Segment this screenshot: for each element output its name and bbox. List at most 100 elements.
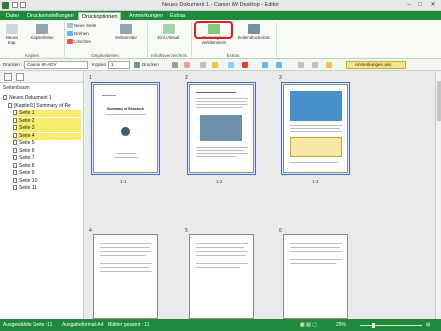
page-node-icon — [13, 140, 17, 146]
tab-anmerkungen[interactable]: Anmerkungen — [126, 12, 166, 20]
tree-node-label: Seite 9 — [19, 170, 35, 176]
tree-node-label: Seite 5 — [19, 140, 35, 146]
tree-node[interactable]: Seite 7 — [13, 155, 81, 162]
total-sheets-status: Blätter gesamt : 11 — [108, 322, 150, 328]
undo-icon[interactable] — [262, 62, 268, 68]
group-inhaltsverzeichnis: Inhaltsverzeichnis — [151, 53, 187, 58]
tree-node[interactable]: Seite 5 — [13, 140, 81, 147]
toc-icon — [163, 24, 175, 34]
tool-icon[interactable] — [212, 62, 218, 68]
print-button[interactable]: Drucken — [142, 61, 159, 69]
view-mode-icons[interactable]: ▦ ▤ ▢ — [300, 319, 317, 331]
tree-node[interactable]: Seite 11 — [13, 185, 81, 192]
delete-button[interactable]: Löschen — [67, 39, 91, 45]
rotate-icon — [67, 31, 73, 37]
tree-node-label: Seite 1 — [19, 110, 35, 116]
page-thumbnail[interactable] — [281, 82, 350, 175]
ribbon: Neues Kap. Kapitelreiter Kapitel Neue Se… — [0, 20, 441, 59]
output-format-status: Ausgabeformat:A4 — [62, 322, 104, 328]
tool-icon[interactable] — [298, 62, 304, 68]
window-title: Neues Dokument 1 - Canon iW Desktop - Ed… — [161, 2, 280, 8]
tree-node-label: Seite 8 — [19, 162, 35, 169]
tree-node[interactable]: Seite 3 — [13, 125, 81, 132]
page-print-settings-button[interactable]: Seitendruckeinst. — [236, 24, 272, 40]
tree-node[interactable]: [Kapitel1] Summary of Re — [8, 103, 81, 110]
page-thumbnail[interactable]: Summary of Research — [91, 82, 160, 175]
fit-page-icon[interactable]: ⊞ — [426, 319, 430, 331]
page-label: 1-1 — [120, 179, 127, 184]
new-chapter-button[interactable]: Neues Kap. — [2, 24, 22, 45]
tree-node-label: Seite 3 — [19, 125, 35, 131]
tree-node-label: Neues Dokument 1 — [9, 95, 52, 101]
page-node-icon — [8, 102, 12, 108]
chapter-tab-button[interactable]: Kapitelreiter — [24, 24, 60, 40]
title-bar: Neues Dokument 1 - Canon iW Desktop - Ed… — [0, 0, 441, 11]
tool-icon[interactable] — [326, 62, 332, 68]
vertical-scrollbar[interactable] — [435, 71, 441, 319]
tab-druckoptionen[interactable]: Druckoptionen — [78, 12, 122, 20]
tree-node[interactable]: Seite 4 — [13, 132, 81, 140]
page-number: 1 — [89, 75, 92, 81]
page-node-icon — [13, 155, 17, 161]
delete-icon[interactable] — [242, 62, 248, 68]
status-bar: Ausgewählte Seite :11 Ausgabeformat:A4 B… — [0, 319, 441, 331]
printer-select[interactable]: Canon iR-ADV — [24, 61, 88, 69]
rotate-button[interactable]: Drehen — [67, 31, 89, 37]
redo-icon[interactable] — [276, 62, 282, 68]
page-node-icon — [13, 125, 17, 131]
separator — [191, 22, 192, 57]
tree-node[interactable]: Neues Dokument 1 — [3, 95, 81, 102]
print-icon[interactable] — [134, 62, 140, 68]
separator — [147, 22, 148, 57]
tree-node[interactable]: Seite 8 — [13, 163, 81, 170]
page-thumbnail[interactable] — [283, 234, 348, 319]
tool-icon[interactable] — [228, 62, 234, 68]
insert-update-toc-button[interactable]: Einf./Aktual. — [150, 24, 188, 40]
tool-icon[interactable] — [200, 62, 206, 68]
tool-icon[interactable] — [312, 62, 318, 68]
tree-tab-icon[interactable] — [16, 73, 24, 81]
tree-node[interactable]: Seite 2 — [13, 117, 81, 125]
tree-node[interactable]: Seite 9 — [13, 170, 81, 177]
close-button[interactable]: ✕ — [428, 1, 438, 10]
tree-node[interactable]: Seite 6 — [13, 148, 81, 155]
tree-node-label: Seite 6 — [19, 147, 35, 154]
page-thumbnail[interactable] — [93, 234, 158, 319]
tree-node-label: Seite 2 — [19, 117, 35, 124]
separator — [276, 22, 277, 57]
page-number: 5 — [185, 228, 188, 234]
tree-node[interactable]: Seite 1 — [13, 110, 81, 117]
scrollbar-thumb[interactable] — [437, 81, 441, 121]
page-thumbnail[interactable] — [189, 234, 254, 319]
page-tab-icon — [120, 24, 132, 34]
tree-node[interactable]: Seite 10 — [13, 178, 81, 185]
copies-input[interactable]: 1 — [108, 61, 130, 69]
page-number: 6 — [279, 228, 282, 234]
tree-node-label: Seite 7 — [19, 155, 35, 161]
page-tab-button[interactable]: Seitenreiter — [106, 24, 146, 40]
new-page-button[interactable]: Neue Seite — [67, 23, 96, 29]
tab-druckeinstellungen[interactable]: Druckeinstellungen — [24, 12, 77, 20]
zoom-slider[interactable] — [360, 323, 422, 328]
page-thumbnail[interactable] — [187, 82, 256, 175]
zoom-slider-knob[interactable] — [372, 323, 375, 328]
print-toolbar: Drucken : Canon iR-ADV Kopien 1 Drucken … — [0, 59, 441, 71]
tool-icon[interactable] — [172, 62, 178, 68]
tab-extras[interactable]: Extras — [167, 12, 189, 20]
tree-tab-icon[interactable] — [4, 73, 12, 81]
page-number: 4 — [89, 228, 92, 234]
page-label: 1-2 — [216, 179, 223, 184]
minimize-button[interactable]: – — [404, 1, 414, 10]
tool-icon[interactable] — [184, 62, 190, 68]
group-kapitel: Kapitel — [25, 53, 39, 58]
tab-datei[interactable]: Datei — [3, 12, 22, 20]
maximize-button[interactable]: □ — [415, 1, 425, 10]
ribbon-tabs: Datei Druckeinstellungen Druckoptionen A… — [0, 11, 441, 20]
page-node-icon — [3, 95, 7, 101]
group-extras: Extras — [226, 53, 240, 58]
table-image — [290, 137, 342, 157]
tree-node-label: [Kapitel1] Summary of Re — [14, 102, 71, 109]
annotations-button[interactable]: Anmerkungen ass. — [346, 61, 406, 69]
delete-icon — [67, 39, 73, 45]
settings-grid-icon — [248, 24, 260, 34]
